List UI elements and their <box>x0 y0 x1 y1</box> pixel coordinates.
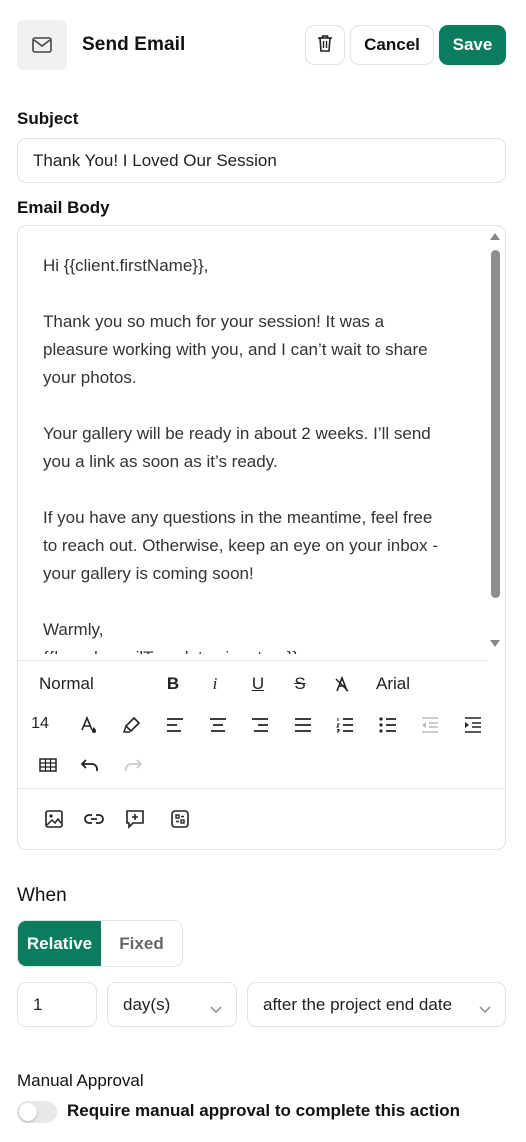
chevron-down-icon <box>210 999 222 1019</box>
email-body-content[interactable]: Hi {{client.firstName}}, Thank you so mu… <box>18 226 488 654</box>
bold-icon[interactable]: B <box>163 672 183 696</box>
indent-icon[interactable] <box>462 714 484 736</box>
header: Send Email Cancel Save <box>17 20 506 70</box>
undo-icon[interactable] <box>79 754 101 776</box>
paragraph-style-select[interactable]: Normal <box>39 672 94 696</box>
strikethrough-icon[interactable]: S <box>290 672 310 696</box>
save-button[interactable]: Save <box>439 25 506 65</box>
body-line: If you have any questions in the meantim… <box>43 508 433 527</box>
trash-icon <box>317 34 333 57</box>
email-body-editor: Hi {{client.firstName}}, Thank you so mu… <box>17 225 506 850</box>
link-icon[interactable] <box>82 808 106 830</box>
align-justify-icon[interactable] <box>292 714 314 736</box>
table-icon[interactable] <box>37 754 59 776</box>
chevron-down-icon <box>479 999 491 1019</box>
delete-button[interactable] <box>305 25 345 65</box>
toggle-knob <box>19 1103 37 1121</box>
reference-select[interactable]: after the project end date <box>247 982 506 1027</box>
email-body-label: Email Body <box>17 198 110 217</box>
scroll-down-arrow[interactable] <box>490 640 500 647</box>
unit-value: day(s) <box>123 994 171 1014</box>
bullet-list-icon[interactable] <box>377 714 399 736</box>
manual-approval-description: Require manual approval to complete this… <box>67 1101 460 1120</box>
align-left-icon[interactable] <box>164 714 186 736</box>
highlight-icon[interactable] <box>121 714 143 736</box>
when-label: When <box>17 885 67 906</box>
italic-icon[interactable]: i <box>205 672 225 696</box>
envelope-icon <box>17 20 67 70</box>
body-line: your gallery is coming soon! <box>43 564 254 583</box>
font-family-select[interactable]: Arial <box>376 672 410 696</box>
body-line: your photos. <box>43 368 137 387</box>
fixed-option[interactable]: Fixed <box>101 921 182 966</box>
body-line: you a link as soon as it’s ready. <box>43 452 278 471</box>
relative-option[interactable]: Relative <box>18 921 101 966</box>
page-title: Send Email <box>82 34 186 55</box>
divider <box>18 788 505 789</box>
body-line: pleasure working with you, and I can’t w… <box>43 340 428 359</box>
timing-mode-toggle: Relative Fixed <box>17 920 183 967</box>
body-line: {{brand.emailTemplate.signature}} <box>43 644 488 654</box>
divider <box>18 660 488 661</box>
insert-variable-icon[interactable] <box>124 808 146 830</box>
redo-icon[interactable] <box>122 754 144 776</box>
reference-value: after the project end date <box>263 994 453 1014</box>
underline-icon[interactable]: U <box>248 672 268 696</box>
body-line: Your gallery will be ready in about 2 we… <box>43 424 431 443</box>
scroll-up-arrow[interactable] <box>490 233 500 240</box>
body-line: Hi {{client.firstName}}, <box>43 256 209 275</box>
align-right-icon[interactable] <box>249 714 271 736</box>
body-line: to reach out. Otherwise, keep an eye on … <box>43 536 439 555</box>
clear-format-icon[interactable] <box>332 674 352 694</box>
unit-select[interactable]: day(s) <box>107 982 237 1027</box>
template-icon[interactable] <box>169 808 191 830</box>
text-color-icon[interactable] <box>78 714 100 736</box>
subject-input[interactable]: Thank You! I Loved Our Session <box>17 138 506 183</box>
cancel-button[interactable]: Cancel <box>350 25 434 65</box>
body-line: Warmly, <box>43 620 104 639</box>
ordered-list-icon[interactable] <box>334 714 356 736</box>
subject-label: Subject <box>17 109 79 128</box>
amount-input[interactable]: 1 <box>17 982 97 1027</box>
manual-approval-label: Manual Approval <box>17 1071 144 1090</box>
align-center-icon[interactable] <box>207 714 229 736</box>
body-line: Thank you so much for your session! It w… <box>43 312 385 331</box>
outdent-icon[interactable] <box>419 714 441 736</box>
manual-approval-toggle[interactable] <box>17 1101 57 1123</box>
scrollbar-thumb[interactable] <box>491 250 500 598</box>
image-icon[interactable] <box>43 808 65 830</box>
font-size-select[interactable]: 14 <box>30 713 50 735</box>
